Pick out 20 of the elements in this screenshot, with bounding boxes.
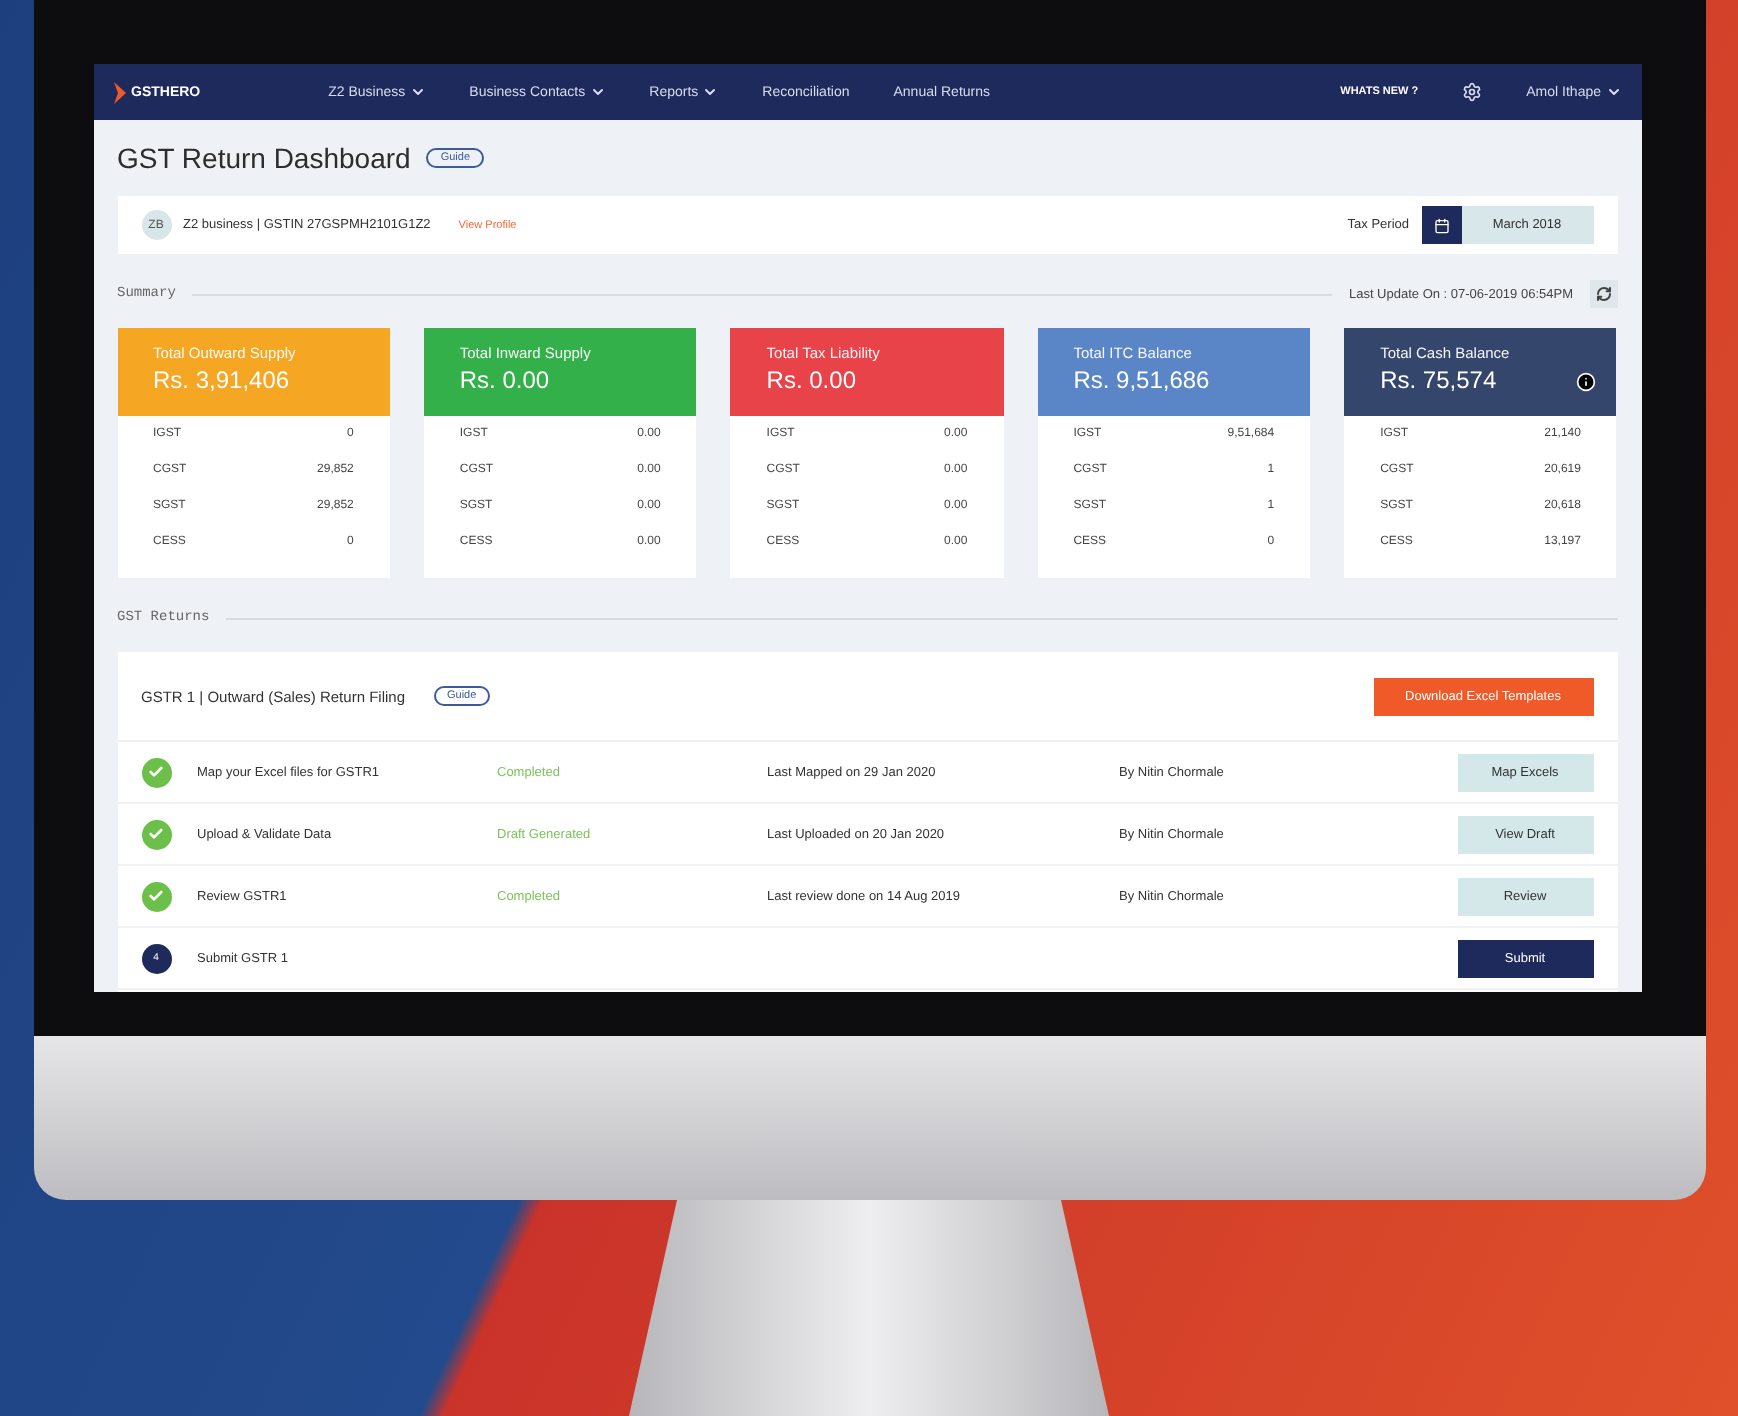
check-icon [148, 826, 164, 842]
refresh-button[interactable] [1589, 280, 1617, 308]
check-icon [148, 888, 164, 904]
refresh-icon [1595, 286, 1611, 302]
card-amount: Rs. 3,91,406 [153, 366, 292, 394]
card-amount: Rs. 0.00 [766, 366, 858, 394]
calendar-button[interactable] [1421, 206, 1461, 244]
card-amount: Rs. 9,51,686 [1073, 366, 1212, 394]
card-amount: Rs. 75,574 [1380, 366, 1499, 394]
logo-mark-icon [113, 81, 125, 103]
check-icon [148, 764, 164, 780]
chevron-down-icon [1605, 84, 1621, 100]
chevron-down-icon [702, 84, 719, 100]
card-amount: Rs. 0.00 [459, 366, 552, 394]
calendar-icon [1433, 217, 1449, 233]
settings-icon[interactable] [1462, 82, 1483, 102]
page-title: GST Return Dashboard [117, 142, 411, 174]
info-icon[interactable] [1576, 372, 1597, 392]
chevron-down-icon [589, 84, 606, 100]
chevron-down-icon [409, 84, 426, 100]
